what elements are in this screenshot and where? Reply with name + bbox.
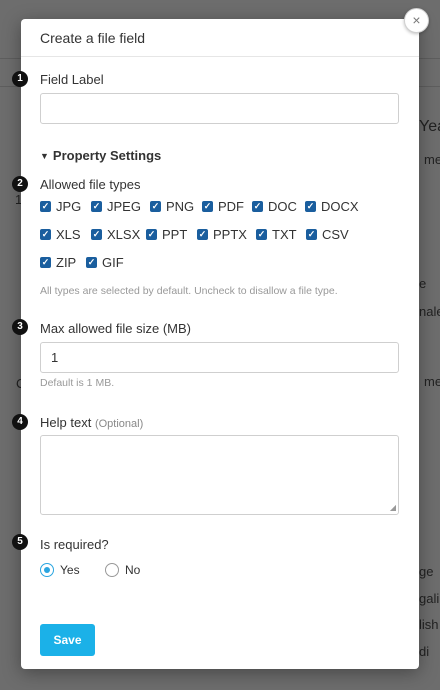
checkbox-checked-icon: ✓ xyxy=(305,201,316,212)
field-label-input[interactable] xyxy=(40,93,399,124)
chevron-down-icon: ▼ xyxy=(40,151,49,161)
checkbox-label: TXT xyxy=(272,227,297,242)
checkbox-label: PPT xyxy=(162,227,188,242)
checkbox-checked-icon: ✓ xyxy=(40,201,51,212)
checkbox-zip[interactable]: ✓ ZIP xyxy=(40,255,76,270)
background-text: ge xyxy=(419,564,434,579)
checkbox-jpg[interactable]: ✓ JPG xyxy=(40,199,81,214)
checkbox-checked-icon: ✓ xyxy=(91,229,102,240)
radio-selected-icon xyxy=(40,563,54,577)
checkbox-checked-icon: ✓ xyxy=(252,201,263,212)
checkbox-ppt[interactable]: ✓ PPT xyxy=(146,227,187,242)
checkbox-label: JPEG xyxy=(107,199,141,214)
checkbox-checked-icon: ✓ xyxy=(40,257,51,268)
field-label-label: Field Label xyxy=(40,72,104,87)
checkbox-pdf[interactable]: ✓ PDF xyxy=(202,199,244,214)
checkbox-label: DOC xyxy=(268,199,297,214)
checkbox-checked-icon: ✓ xyxy=(256,229,267,240)
property-settings-label: Property Settings xyxy=(52,148,162,163)
checkbox-checked-icon: ✓ xyxy=(202,201,213,212)
checkbox-label: JPG xyxy=(56,199,82,214)
radio-no[interactable]: No xyxy=(105,563,140,577)
checkbox-checked-icon: ✓ xyxy=(40,229,51,240)
background-text: Yea xyxy=(419,118,440,135)
checkbox-doc[interactable]: ✓ DOC xyxy=(252,199,297,214)
optional-tag: (Optional) xyxy=(94,418,144,430)
checkbox-label: PNG xyxy=(166,199,195,214)
radio-label: No xyxy=(125,563,141,577)
resize-handle-icon[interactable]: ◢ xyxy=(390,504,396,512)
background-text: di xyxy=(419,644,430,659)
checkbox-txt[interactable]: ✓ TXT xyxy=(256,227,297,242)
modal-title: Create a file field xyxy=(40,30,146,46)
checkbox-checked-icon: ✓ xyxy=(86,257,97,268)
modal-header: Create a file field xyxy=(21,19,419,57)
checkbox-checked-icon: ✓ xyxy=(150,201,161,212)
checkbox-checked-icon: ✓ xyxy=(306,229,317,240)
checkbox-xls[interactable]: ✓ XLS xyxy=(40,227,81,242)
property-settings-toggle[interactable]: ▼ Property Settings xyxy=(40,148,161,163)
step-1-badge: 1 xyxy=(12,71,28,87)
checkbox-label: ZIP xyxy=(56,255,77,270)
background-text: nale xyxy=(419,304,440,319)
step-3-badge: 3 xyxy=(12,319,28,335)
checkbox-csv[interactable]: ✓ CSV xyxy=(306,227,349,242)
background-text: e xyxy=(419,276,427,291)
checkbox-pptx[interactable]: ✓ PPTX xyxy=(197,227,247,242)
max-file-size-input[interactable] xyxy=(40,342,399,373)
checkbox-checked-icon: ✓ xyxy=(197,229,208,240)
close-icon[interactable]: × xyxy=(404,8,429,33)
checkbox-docx[interactable]: ✓ DOCX xyxy=(305,199,359,214)
step-4-badge: 4 xyxy=(12,414,28,430)
save-button[interactable]: Save xyxy=(40,624,95,656)
checkbox-label: PDF xyxy=(218,199,244,214)
checkbox-checked-icon: ✓ xyxy=(146,229,157,240)
checkbox-png[interactable]: ✓ PNG xyxy=(150,199,194,214)
checkbox-label: PPTX xyxy=(213,227,247,242)
checkbox-xlsx[interactable]: ✓ XLSX xyxy=(91,227,140,242)
checkbox-label: XLSX xyxy=(107,227,141,242)
checkbox-label: DOCX xyxy=(321,199,359,214)
step-2-badge: 2 xyxy=(12,176,28,192)
background-text: lish xyxy=(419,617,439,632)
background-text: me xyxy=(424,374,440,389)
max-file-size-label: Max allowed file size (MB) xyxy=(40,321,191,336)
allowed-types-hint: All types are selected by default. Unche… xyxy=(40,285,338,297)
help-text-textarea[interactable]: ◢ xyxy=(40,435,399,515)
background-text: me xyxy=(424,152,440,167)
radio-label: Yes xyxy=(60,563,80,577)
radio-unselected-icon xyxy=(105,563,119,577)
is-required-label: Is required? xyxy=(40,537,109,552)
background-text: gali xyxy=(419,591,440,606)
radio-yes[interactable]: Yes xyxy=(40,563,80,577)
checkbox-label: XLS xyxy=(56,227,81,242)
checkbox-jpeg[interactable]: ✓ JPEG xyxy=(91,199,141,214)
checkbox-label: GIF xyxy=(102,255,124,270)
checkbox-gif[interactable]: ✓ GIF xyxy=(86,255,124,270)
step-5-badge: 5 xyxy=(12,534,28,550)
help-text-label-text: Help text xyxy=(40,415,92,430)
allowed-file-types-label: Allowed file types xyxy=(40,177,141,192)
help-text-label: Help text (Optional) xyxy=(40,415,143,430)
max-file-size-hint: Default is 1 MB. xyxy=(40,377,115,389)
checkbox-label: CSV xyxy=(322,227,349,242)
checkbox-checked-icon: ✓ xyxy=(91,201,102,212)
